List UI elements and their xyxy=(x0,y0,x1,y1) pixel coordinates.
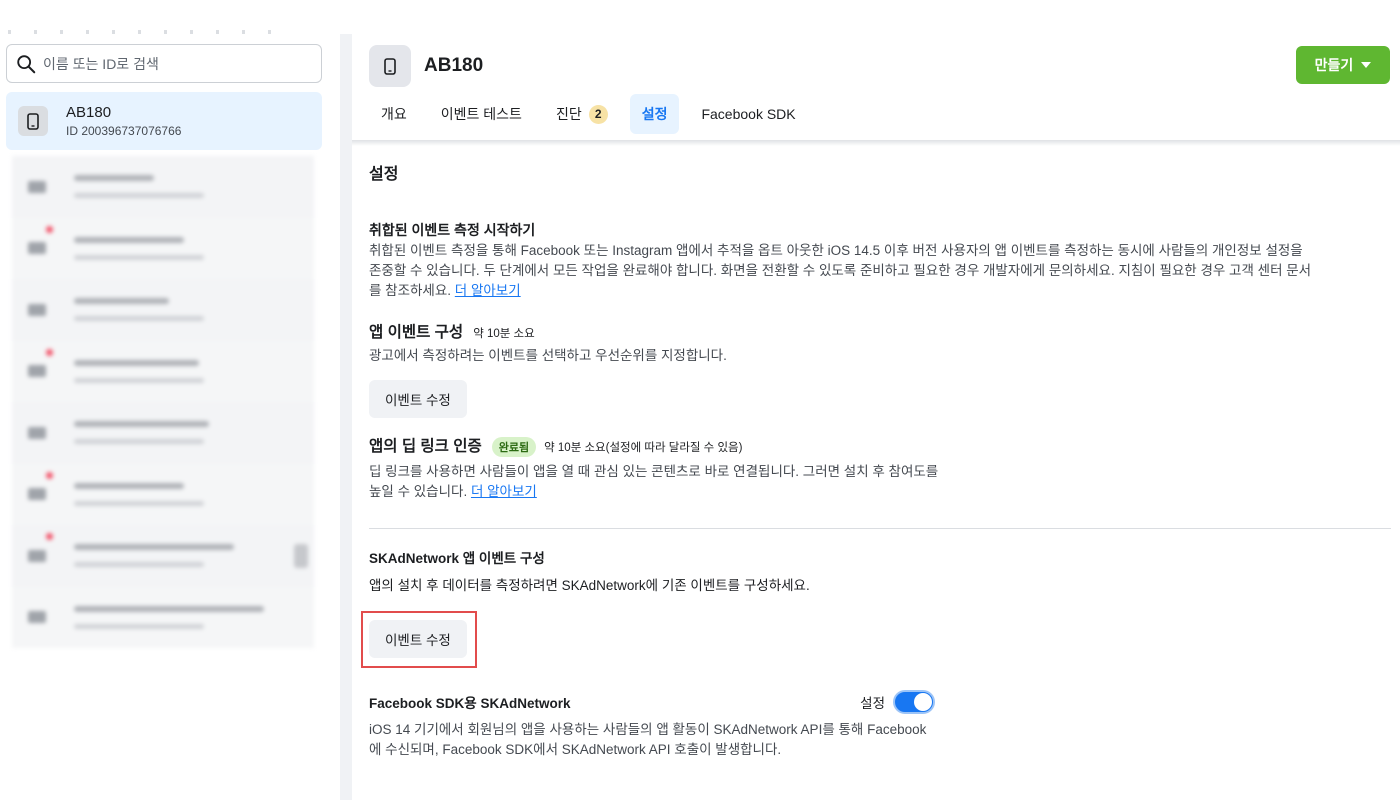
sidebar-item-blurred[interactable] xyxy=(12,217,314,279)
dataset-icon xyxy=(28,426,46,439)
section-title: 설정 xyxy=(369,166,399,183)
aem-title: 취합된 이벤트 측정 시작하기 xyxy=(369,222,536,238)
blurred-text xyxy=(74,544,234,568)
dataset-icon xyxy=(28,549,46,562)
skan-section: SKAdNetwork 앱 이벤트 구성 앱의 설치 후 데이터를 측정하려면 … xyxy=(369,547,1389,658)
highlight-box xyxy=(361,611,477,668)
deep-link-title: 앱의 딥 링크 인증 xyxy=(369,438,482,455)
sdk-skan-desc-line2: 에 수신되며, Facebook SDK에서 SKAdNetwork API 호… xyxy=(369,741,782,757)
skan-desc: 앱의 설치 후 데이터를 측정하려면 SKAdNetwork에 기존 이벤트를 … xyxy=(369,577,810,593)
item-action-button[interactable] xyxy=(294,543,308,568)
sidebar-item-blurred[interactable] xyxy=(12,156,314,218)
search-placeholder: 이름 또는 ID로 검색 xyxy=(43,55,159,72)
page-title: AB180 xyxy=(424,55,484,76)
sidebar-item-blurred[interactable] xyxy=(12,279,314,341)
aem-desc-line2: 존중할 수 있습니다. 두 단계에서 모든 작업을 완료해야 합니다. 화면을 … xyxy=(369,263,1312,278)
tab-bar: 개요 이벤트 테스트 진단 2 설정 Facebook SDK xyxy=(369,94,818,134)
blurred-dataset-list xyxy=(12,156,314,648)
search-input[interactable]: 이름 또는 ID로 검색 xyxy=(6,44,322,83)
sidebar-item-name: AB180 xyxy=(66,104,112,121)
panel-divider xyxy=(340,34,352,800)
blurred-text xyxy=(74,421,209,445)
aem-learn-more-link[interactable]: 더 알아보기 xyxy=(455,283,521,298)
diagnostics-count-badge: 2 xyxy=(588,104,608,124)
deep-link-learn-more-link[interactable]: 더 알아보기 xyxy=(471,484,537,499)
edit-events-button[interactable]: 이벤트 수정 xyxy=(369,380,467,418)
sdk-skan-section: Facebook SDK용 SKAdNetwork 설정 iOS 14 기기에서… xyxy=(369,689,959,760)
sidebar: 이름 또는 ID로 검색 AB180 ID 200396737076766 xyxy=(0,0,330,800)
dataset-icon xyxy=(28,242,46,255)
sidebar-item-blurred[interactable] xyxy=(12,586,314,648)
tab-diagnostics[interactable]: 진단 2 xyxy=(544,94,620,134)
toggle-label: 설정 xyxy=(860,695,885,711)
sidebar-top-placeholder xyxy=(8,30,278,34)
tab-label: 이벤트 테스트 xyxy=(440,106,522,122)
mobile-device-icon xyxy=(369,45,411,87)
deep-link-desc-line1: 딥 링크를 사용하면 사람들이 앱을 열 때 관심 있는 콘텐츠로 바로 연결됩… xyxy=(369,463,939,479)
sdk-skan-title: Facebook SDK용 SKAdNetwork xyxy=(369,695,571,711)
app-events-title: 앱 이벤트 구성 xyxy=(369,324,464,341)
tab-label: 설정 xyxy=(641,106,668,122)
tab-label: 개요 xyxy=(381,106,407,122)
sdk-skan-desc-line1: iOS 14 기기에서 회원님의 앱을 사용하는 사람들의 앱 활동이 SKAd… xyxy=(369,721,927,737)
sidebar-item-blurred[interactable] xyxy=(12,340,314,402)
dataset-icon xyxy=(28,611,46,624)
aem-desc-line3: 를 참조하세요. xyxy=(369,283,452,298)
main-panel: AB180 만들기 개요 이벤트 테스트 진단 2 설정 Facebook SDK… xyxy=(352,0,1400,800)
blurred-text xyxy=(74,298,204,322)
dataset-icon xyxy=(28,488,46,501)
notification-dot xyxy=(46,348,53,356)
app-events-desc: 광고에서 측정하려는 이벤트를 선택하고 우선순위를 지정합니다. xyxy=(369,348,727,363)
dataset-icon xyxy=(28,365,46,378)
blurred-text xyxy=(74,482,204,506)
settings-content: 설정 취합된 이벤트 측정 시작하기 취합된 이벤트 측정을 통해 Facebo… xyxy=(369,156,1391,760)
status-badge: 완료됨 xyxy=(491,436,537,457)
sidebar-item-blurred[interactable] xyxy=(12,463,314,525)
blurred-text xyxy=(74,605,264,629)
create-button[interactable]: 만들기 xyxy=(1296,46,1390,84)
tab-label: Facebook SDK xyxy=(701,106,796,122)
skan-toggle-switch[interactable] xyxy=(893,689,935,714)
aem-section: 취합된 이벤트 측정 시작하기 취합된 이벤트 측정을 통해 Facebook … xyxy=(369,220,1389,301)
tab-label: 진단 xyxy=(555,106,582,122)
skan-title: SKAdNetwork 앱 이벤트 구성 xyxy=(369,550,545,566)
tab-facebook-sdk[interactable]: Facebook SDK xyxy=(689,94,807,134)
deep-link-section: 앱의 딥 링크 인증 완료됨 약 10분 소요(설정에 따라 달라질 수 있음) 딥… xyxy=(369,434,1389,502)
tab-settings[interactable]: 설정 xyxy=(629,94,680,134)
search-icon xyxy=(15,53,37,75)
notification-dot xyxy=(46,533,53,540)
notification-dot xyxy=(46,471,53,479)
section-divider xyxy=(369,527,1391,529)
blurred-text xyxy=(74,236,204,260)
sidebar-item-ab180[interactable]: AB180 ID 200396737076766 xyxy=(6,92,322,150)
dataset-icon xyxy=(28,180,46,193)
app-events-time-note: 약 10분 소요 xyxy=(473,327,535,340)
tab-overview[interactable]: 개요 xyxy=(369,94,419,134)
blurred-text xyxy=(74,175,204,199)
tab-test-events[interactable]: 이벤트 테스트 xyxy=(429,94,534,134)
blurred-text xyxy=(74,359,204,383)
sidebar-item-id: ID 200396737076766 xyxy=(66,124,182,138)
create-button-label: 만들기 xyxy=(1314,57,1354,73)
app-events-section: 앱 이벤트 구성 약 10분 소요 광고에서 측정하려는 이벤트를 선택하고 우선… xyxy=(369,320,1389,418)
deep-link-desc-line2: 높일 수 있습니다. xyxy=(369,483,468,499)
deep-link-time-note: 약 10분 소요(설정에 따라 달라질 수 있음) xyxy=(544,441,743,454)
notification-dot xyxy=(46,225,53,233)
mobile-device-icon xyxy=(18,106,48,136)
aem-desc-line1: 취합된 이벤트 측정을 통해 Facebook 또는 Instagram 앱에서… xyxy=(369,243,1303,258)
sidebar-item-blurred[interactable] xyxy=(12,402,314,464)
sidebar-item-blurred[interactable] xyxy=(12,525,314,587)
dataset-icon xyxy=(28,303,46,316)
tab-bar-shadow xyxy=(352,140,1400,146)
caret-down-icon xyxy=(1361,62,1372,68)
